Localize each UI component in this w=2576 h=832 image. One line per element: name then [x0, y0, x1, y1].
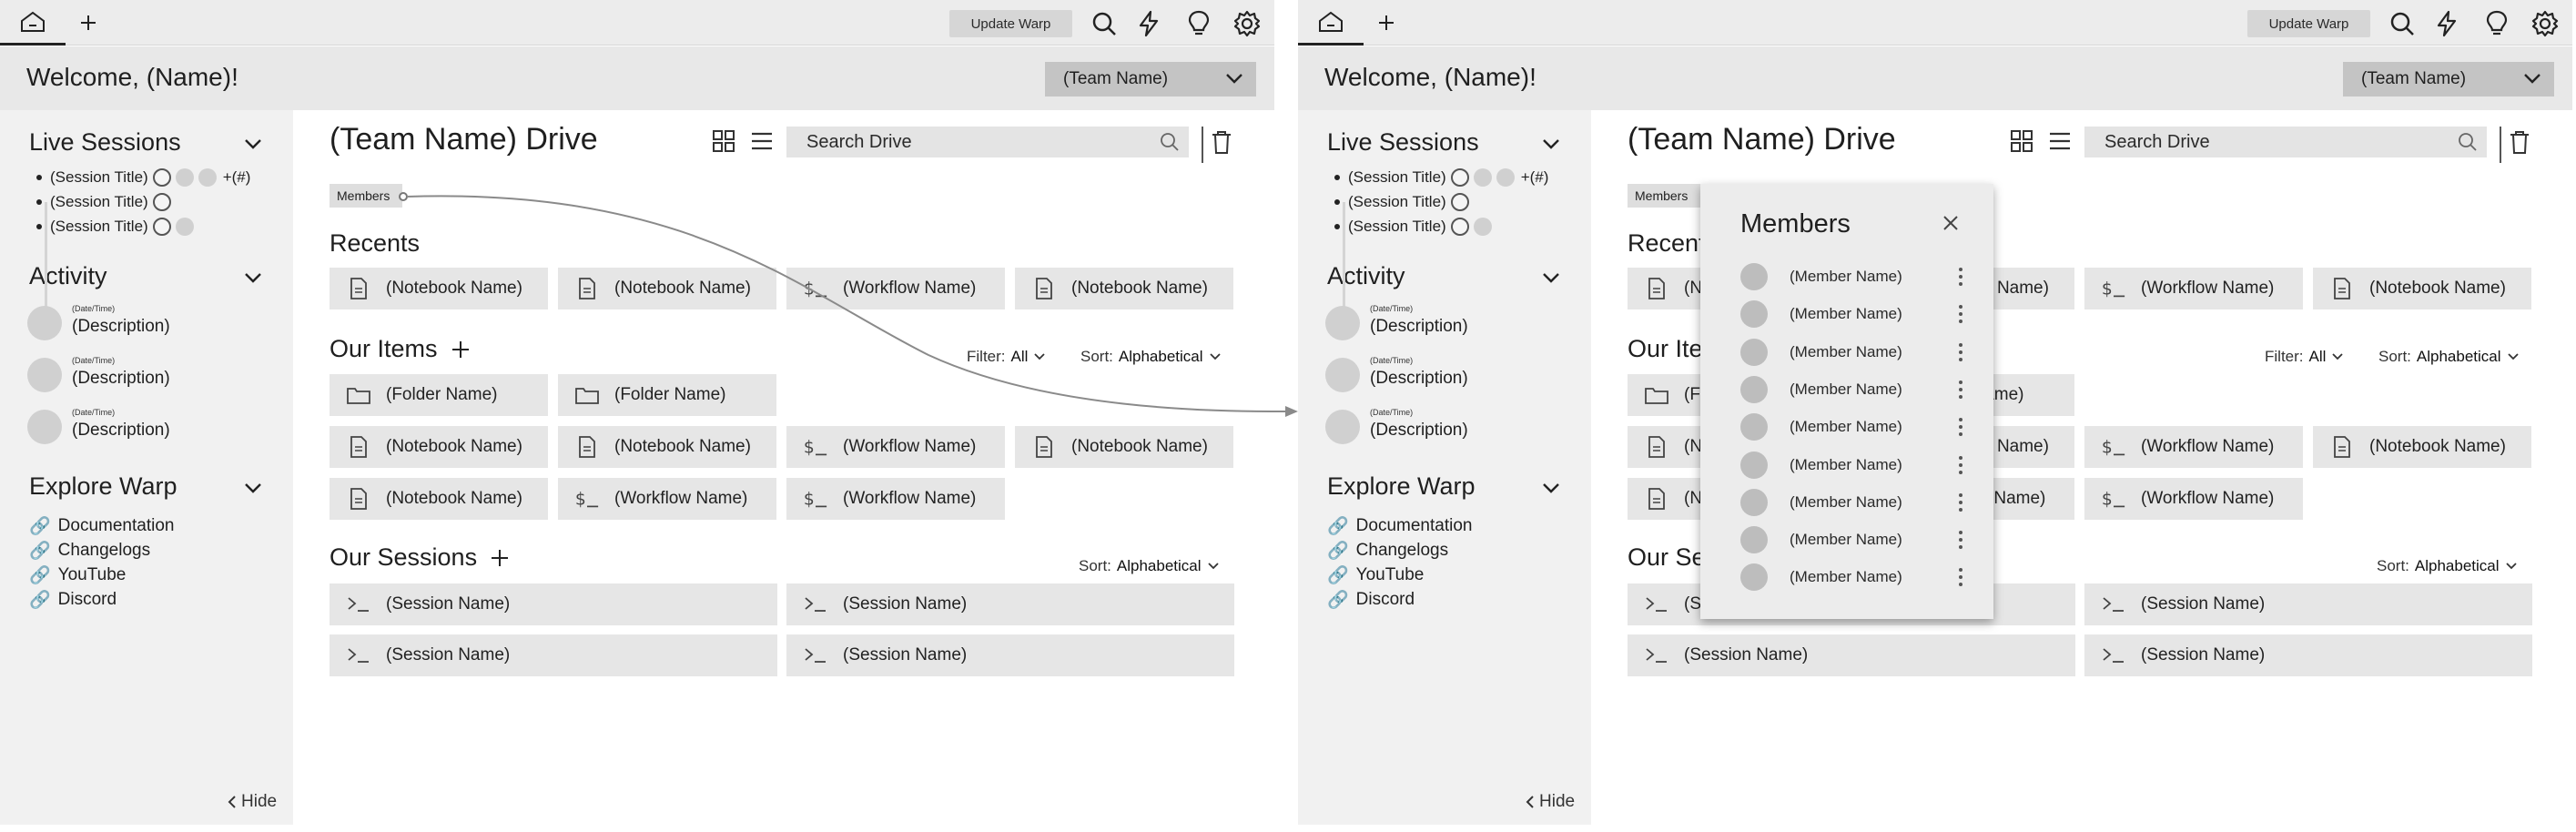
member-avatar — [1740, 338, 1768, 366]
member-row[interactable]: (Member Name) — [1740, 336, 1968, 369]
member-name: (Member Name) — [1790, 305, 1902, 323]
wireframe-canvas: Update Warp Welcome, (Name)! (Team Name)… — [0, 0, 2576, 832]
member-name: (Member Name) — [1790, 492, 1902, 511]
member-avatar — [1740, 488, 1768, 516]
member-row[interactable]: (Member Name) — [1740, 486, 1968, 519]
member-name: (Member Name) — [1790, 531, 1902, 549]
more-options-icon[interactable] — [1957, 380, 1964, 399]
more-options-icon[interactable] — [1957, 342, 1964, 361]
member-avatar — [1740, 451, 1768, 479]
member-name: (Member Name) — [1790, 380, 1902, 398]
member-row[interactable]: (Member Name) — [1740, 411, 1968, 443]
member-row[interactable]: (Member Name) — [1740, 373, 1968, 406]
member-name: (Member Name) — [1790, 455, 1902, 473]
more-options-icon[interactable] — [1957, 268, 1964, 286]
member-row[interactable]: (Member Name) — [1740, 298, 1968, 330]
member-row[interactable]: (Member Name) — [1740, 449, 1968, 482]
members-popup: Members (Member Name) (Member Name) (Member… — [1700, 184, 1993, 619]
member-avatar — [1740, 300, 1768, 329]
more-options-icon[interactable] — [1957, 568, 1964, 587]
members-popup-title: Members — [1740, 209, 1851, 238]
more-options-icon[interactable] — [1957, 492, 1964, 512]
member-avatar — [1740, 375, 1768, 403]
member-name: (Member Name) — [1790, 268, 1902, 285]
member-avatar — [1740, 413, 1768, 441]
member-avatar — [1740, 263, 1768, 290]
member-row[interactable]: (Member Name) — [1740, 260, 1968, 293]
member-row[interactable]: (Member Name) — [1740, 523, 1968, 556]
more-options-icon[interactable] — [1957, 455, 1964, 474]
member-name: (Member Name) — [1790, 342, 1902, 360]
member-avatar — [1740, 563, 1768, 592]
member-row[interactable]: (Member Name) — [1740, 561, 1968, 594]
close-button[interactable] — [1939, 211, 1962, 235]
member-name: (Member Name) — [1790, 568, 1902, 586]
flow-connector-arrow — [399, 192, 1298, 417]
member-name: (Member Name) — [1790, 418, 1902, 436]
more-options-icon[interactable] — [1957, 305, 1964, 324]
member-avatar — [1740, 526, 1768, 554]
more-options-icon[interactable] — [1957, 418, 1964, 437]
close-icon — [1943, 216, 1958, 230]
more-options-icon[interactable] — [1957, 531, 1964, 550]
